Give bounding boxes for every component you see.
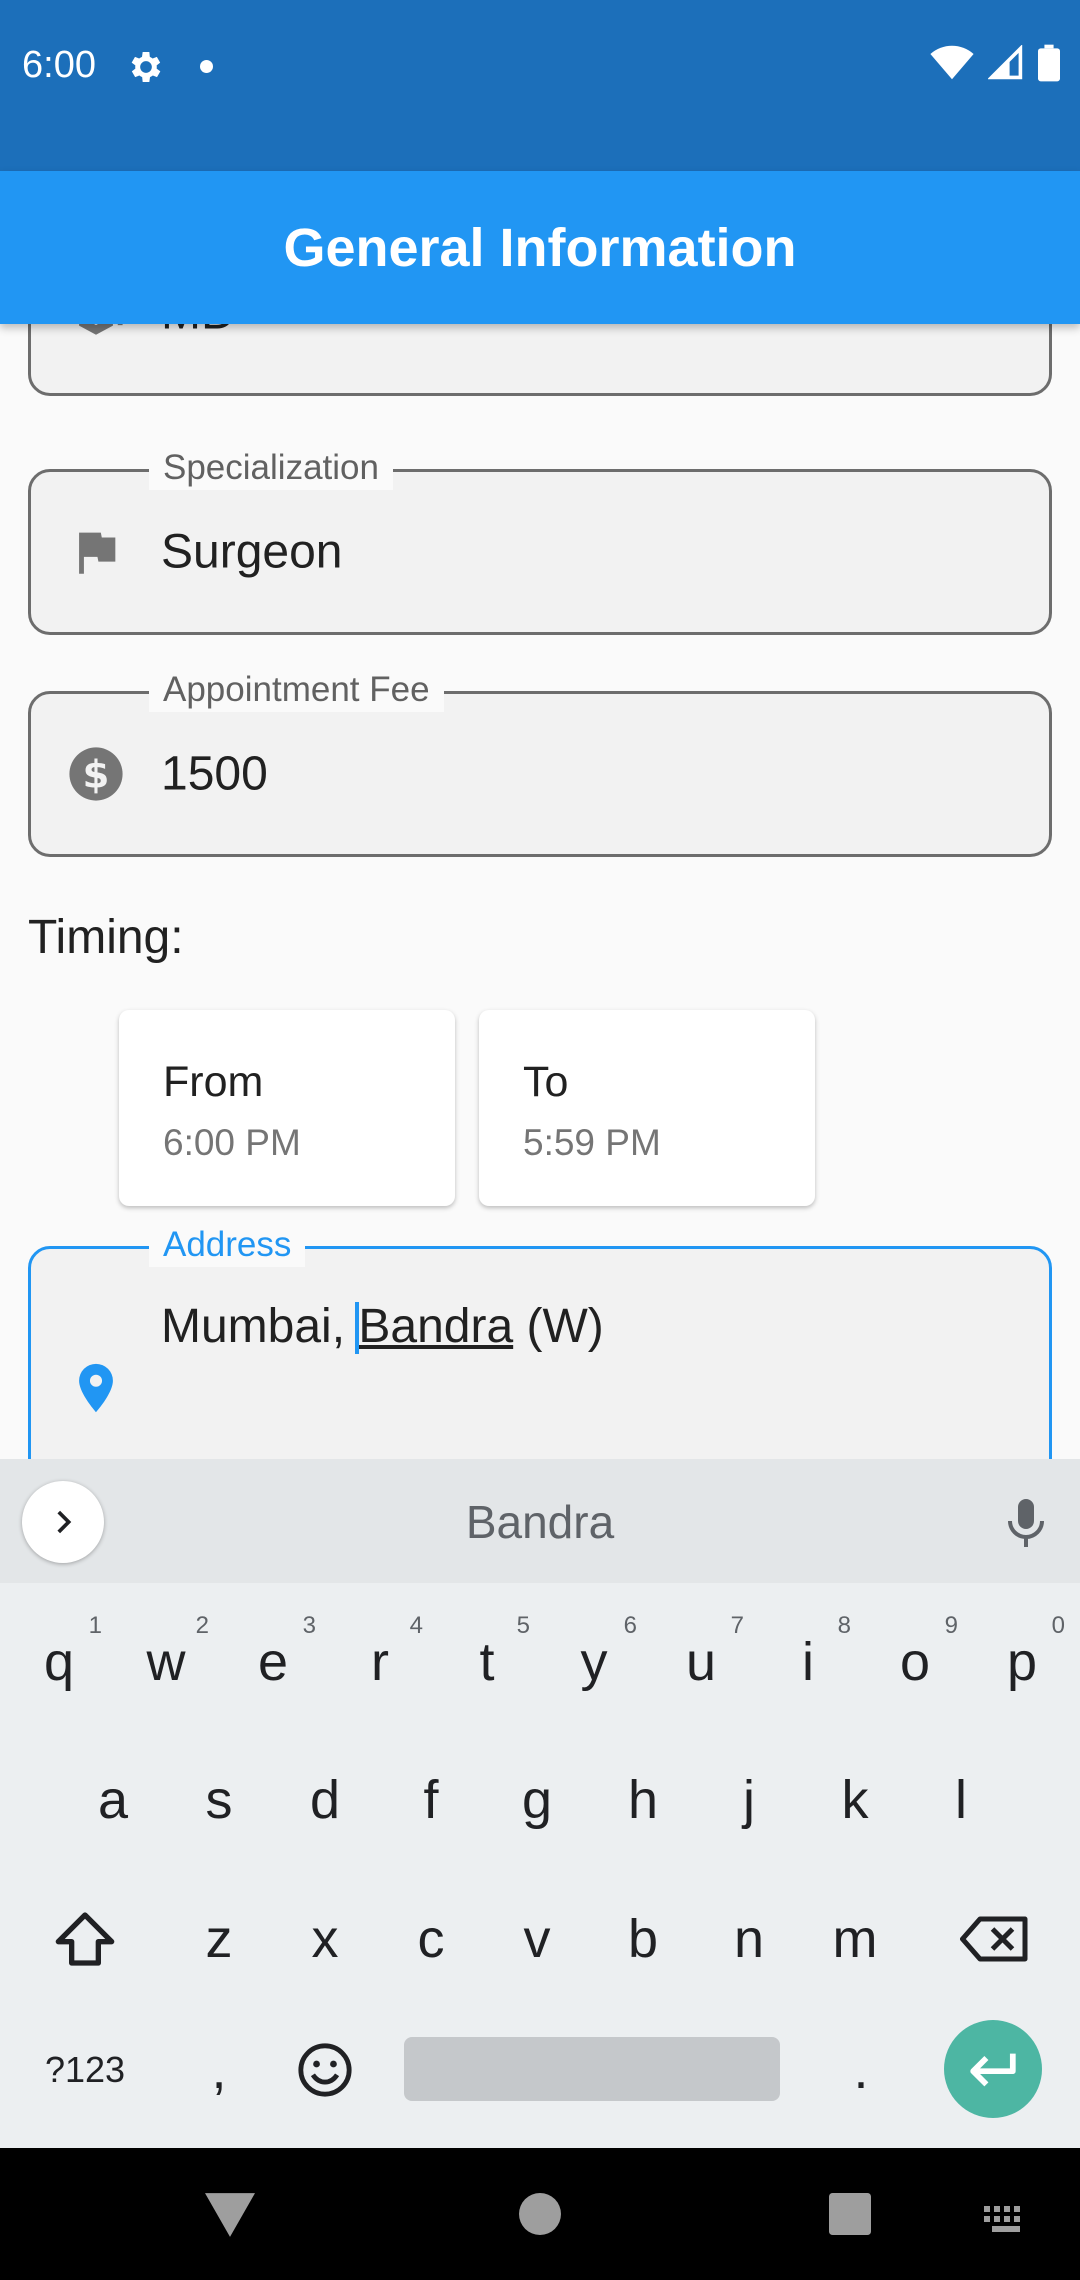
qualification-field[interactable]: MD [28,324,1052,396]
from-title: From [163,1058,264,1106]
key-m[interactable]: m [802,1877,908,2001]
appointment-fee-label: Appointment Fee [149,668,444,712]
mic-icon[interactable] [1002,1495,1050,1551]
to-time-card[interactable]: To 5:59 PM [479,1010,815,1206]
school-icon [79,324,123,335]
qualification-value: MD [161,324,236,341]
key-u[interactable]: u7 [648,1600,754,1724]
word-suggestion[interactable]: Bandra [0,1495,1080,1549]
key-x[interactable]: x [272,1877,378,2001]
key-y[interactable]: y6 [541,1600,647,1724]
text-cursor [355,1302,360,1354]
status-bar: 6:00 [0,0,1080,171]
location-pin-icon [79,1363,113,1413]
key-b[interactable]: b [590,1877,696,2001]
address-prefix: Mumbai, [161,1300,359,1353]
address-word: Bandra [358,1300,514,1353]
key-o[interactable]: o9 [862,1600,968,1724]
period-key[interactable]: . [808,2008,914,2132]
key-w[interactable]: w2 [113,1600,219,1724]
key-c[interactable]: c [378,1877,484,2001]
notification-dot [200,60,213,73]
key-d[interactable]: d [272,1738,378,1862]
from-time: 6:00 PM [163,1122,301,1163]
backspace-key[interactable] [930,1877,1060,2001]
specialization-label: Specialization [149,446,393,490]
navigation-bar [0,2148,1080,2280]
status-time: 6:00 [22,44,96,86]
dollar-icon: $ [69,747,123,801]
key-r[interactable]: r4 [327,1600,433,1724]
emoji-key[interactable] [272,2008,378,2132]
appointment-fee-field[interactable]: Appointment Fee $ 1500 [28,668,1052,857]
key-s[interactable]: s [166,1738,272,1862]
key-j[interactable]: j [696,1738,802,1862]
specialization-value: Surgeon [161,525,343,579]
app-bar: General Information [0,171,1080,324]
specialization-field[interactable]: Specialization Surgeon [28,446,1052,635]
key-n[interactable]: n [696,1877,802,2001]
signal-icon [988,45,1023,80]
enter-icon [970,2053,1016,2087]
enter-key[interactable] [944,2020,1042,2118]
address-suffix: (W) [513,1300,604,1353]
backspace-icon [960,1916,1028,1962]
key-g[interactable]: g [484,1738,590,1862]
key-f[interactable]: f [378,1738,484,1862]
address-composing-word: Bandra [355,1300,514,1354]
shift-key[interactable] [20,1877,150,2001]
key-a[interactable]: a [60,1738,166,1862]
battery-icon [1038,44,1060,82]
to-time: 5:59 PM [523,1122,661,1163]
page-title: General Information [283,217,797,278]
nav-back-icon[interactable] [205,2193,255,2237]
key-p[interactable]: p0 [969,1600,1075,1724]
symbols-key[interactable]: ?123 [32,2008,138,2132]
to-title: To [523,1058,569,1106]
svg-text:$: $ [83,752,110,797]
key-l[interactable]: l [908,1738,1014,1862]
address-field[interactable]: Address Mumbai, Bandra (W) [28,1223,1052,1459]
shift-icon [55,1912,115,1966]
emoji-icon [298,2043,352,2097]
appointment-fee-value: 1500 [161,747,268,801]
wifi-icon [930,45,974,80]
address-input[interactable]: Mumbai, Bandra (W) [161,1299,604,1354]
nav-home-icon[interactable] [519,2193,561,2235]
address-label: Address [149,1223,306,1267]
settings-gear-icon [131,52,161,82]
key-q[interactable]: q1 [6,1600,112,1724]
key-v[interactable]: v [484,1877,590,2001]
key-h[interactable]: h [590,1738,696,1862]
key-t[interactable]: t5 [434,1600,540,1724]
key-k[interactable]: k [802,1738,908,1862]
flag-icon [79,532,116,574]
key-e[interactable]: e3 [220,1600,326,1724]
timing-label: Timing: [28,911,184,964]
status-icons [930,44,1060,82]
key-i[interactable]: i8 [755,1600,861,1724]
space-key[interactable] [404,2037,780,2101]
suggestion-bar: Bandra [0,1459,1080,1583]
keyboard-switch-icon[interactable] [984,2206,1028,2234]
nav-recents-icon[interactable] [829,2193,871,2235]
key-z[interactable]: z [166,1877,272,2001]
keyboard: Bandra q1 w2 e3 r4 t5 y6 u7 i8 o9 p0 a s… [0,1459,1080,2148]
comma-key[interactable]: , [166,2008,272,2132]
from-time-card[interactable]: From 6:00 PM [119,1010,455,1206]
form-content[interactable]: MD Specialization Surgeon Appointment Fe… [0,324,1080,1459]
